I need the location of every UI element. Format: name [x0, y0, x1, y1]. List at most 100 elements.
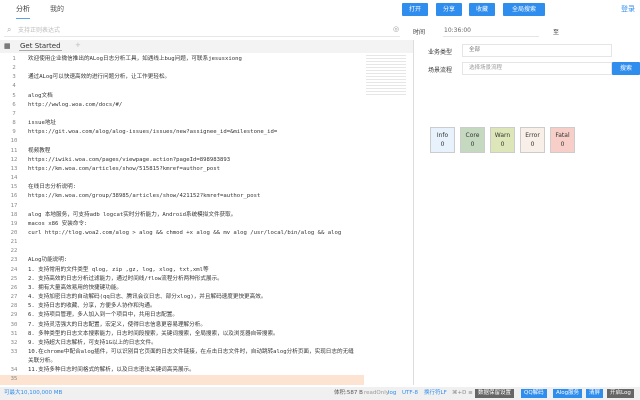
level-filter-info[interactable]: Info 0	[430, 127, 455, 153]
language-mode[interactable]: log	[388, 387, 396, 400]
code-line[interactable]: 29 6. 支持项目管理，多人加入到一个项目中，共用日志配置。	[0, 311, 364, 320]
line-text: 视频教程	[28, 147, 51, 154]
code-line[interactable]: 8 issue地址	[0, 119, 364, 128]
time-start-input[interactable]: 10:36:00	[444, 27, 471, 34]
code-line[interactable]: 17	[0, 202, 364, 211]
line-number: 21	[10, 239, 18, 246]
code-line[interactable]: 33 10.在chrome中配合alog插件，可以识别目它页面的日志文件链接，在点…	[0, 348, 364, 366]
editor-tab-get-started[interactable]: Get Started	[19, 42, 62, 51]
line-text: alog文档	[28, 92, 53, 99]
code-line[interactable]: 20 curl http://tlog.woa2.com/alog > alog …	[0, 229, 364, 238]
code-line[interactable]: 24 1. 支持常用的文件类型 qlog, zip ,gz, log, xlog,…	[0, 266, 364, 275]
share-button[interactable]: 分享	[436, 3, 462, 16]
open-button[interactable]: 打开	[402, 3, 428, 16]
code-line[interactable]: 3 通过ALog可以快速高效的进行问题分析，让工作更轻松。	[0, 73, 364, 82]
line-text: curl http://tlog.woa2.com/alog > alog &&…	[28, 229, 342, 236]
line-number: 32	[10, 339, 18, 346]
level-filter-warn[interactable]: Warn 0	[490, 127, 515, 153]
max-size: 可最大10,100,000 MB	[4, 390, 63, 396]
line-number: 15	[10, 184, 18, 191]
code-line[interactable]: 11 视频教程	[0, 147, 364, 156]
code-line[interactable]: 12 https://iwiki.woa.com/pages/viewpage.a…	[0, 156, 364, 165]
encoding[interactable]: UTF-8	[402, 387, 418, 400]
line-text: 5. 支持日志的收藏、分享，方便多人协作和沟通。	[28, 303, 156, 310]
code-line[interactable]: 15 在线日志分析说明:	[0, 183, 364, 192]
code-line[interactable]: 23 ALog功能说明:	[0, 256, 364, 265]
level-filter-error[interactable]: Error 0	[520, 127, 545, 153]
code-line[interactable]: 21	[0, 238, 364, 247]
code-lines[interactable]: 1 欢迎使用企业微信推出的ALog日志分析工具，如遇线上bug问题，可联系jesu…	[0, 55, 364, 385]
global-search-button[interactable]: 全局搜索	[503, 3, 545, 16]
grid-icon[interactable]: ▦	[4, 42, 11, 50]
line-number: 33	[10, 349, 18, 355]
code-line[interactable]: 22	[0, 247, 364, 256]
code-line[interactable]: 31 8. 多种类型的日志文本搜索能力，日志时间段搜索，关键词搜索，全局搜索，以及…	[0, 330, 364, 339]
line-number: 22	[10, 248, 18, 255]
code-line[interactable]: 5 alog文档	[0, 92, 364, 101]
tab-analysis[interactable]: 分析	[16, 4, 30, 19]
data-retention-button[interactable]: 数据保留设置	[475, 389, 515, 398]
line-text: 10.在chrome中配合alog插件，可以识别目它页面的日志文件链接，在点击日…	[28, 349, 354, 365]
code-line[interactable]: 27 4. 支持加密日志的自动解码(qq日志、腾讯会议日志、部分xlog)，并且解…	[0, 293, 364, 302]
biz-type-label: 业务类型	[428, 49, 453, 56]
qq-decode-button[interactable]: QQ解码	[521, 389, 547, 398]
search-input[interactable]: 支持正则表达式	[4, 24, 400, 37]
line-number: 8	[12, 120, 16, 127]
code-line[interactable]: 32 9. 支持超大日志解析，可支持1G以上的日志文件。	[0, 339, 364, 348]
line-number: 24	[10, 266, 18, 273]
line-number: 3	[12, 74, 16, 81]
code-line[interactable]: 25 2. 支持高效的日志分析过滤能力，通过时间线/flow流程分析两种形式展示。	[0, 275, 364, 284]
login-link[interactable]: 登录	[621, 4, 635, 14]
code-line[interactable]: 10	[0, 137, 364, 146]
code-line[interactable]: 7	[0, 110, 364, 119]
add-tab-button[interactable]: +	[75, 41, 81, 49]
level-name: Warn	[494, 132, 511, 139]
line-text: macos x86 安装命令:	[28, 220, 88, 227]
code-line[interactable]: 2	[0, 64, 364, 73]
code-line[interactable]: 16 https://km.woa.com/group/38985/article…	[0, 192, 364, 201]
line-text: http://wwlog.woa.com/docs/#/	[28, 101, 123, 108]
line-number: 34	[10, 367, 18, 374]
code-line[interactable]: 19 macos x86 安装命令:	[0, 220, 364, 229]
code-line[interactable]: 28 5. 支持日志的收藏、分享，方便多人协作和沟通。	[0, 302, 364, 311]
code-line[interactable]: 9 https://git.woa.com/alog/alog-issues/is…	[0, 128, 364, 137]
scene-label: 场景流程	[428, 67, 453, 74]
minimap[interactable]	[366, 55, 406, 95]
scene-select[interactable]: 选择场景流程	[462, 62, 612, 75]
alog-service-button[interactable]: Alog服务	[553, 389, 583, 398]
code-line[interactable]: 26 3. 拥有大量高效易用的快捷键功能。	[0, 284, 364, 293]
code-line[interactable]: 13 https://km.woa.com/articles/show/51581…	[0, 165, 364, 174]
line-number: 25	[10, 275, 18, 282]
tab-mine[interactable]: 我的	[50, 4, 64, 14]
line-ending[interactable]: 换行符LF	[424, 387, 447, 400]
code-line[interactable]: 4	[0, 82, 364, 91]
line-number: 5	[12, 92, 16, 99]
code-line[interactable]: 6 http://wwlog.woa.com/docs/#/	[0, 101, 364, 110]
line-text: 8. 多种类型的日志文本搜索能力，日志时间段搜索，关键词搜索，全局搜索，以及浏览…	[28, 330, 279, 337]
line-number: 31	[10, 330, 18, 337]
biz-type-select[interactable]: 全部	[462, 44, 612, 57]
level-filter-core[interactable]: Core 0	[460, 127, 485, 153]
line-text: https://km.woa.com/articles/show/515815?…	[28, 165, 220, 172]
code-line[interactable]: 18 alog 本地服务，可支持adb logcat实时分析能力，Android系…	[0, 211, 364, 220]
code-line[interactable]: 30 7. 支持灵活强大的日志配置，宏定义，使得日志信息更容易理解分析。	[0, 321, 364, 330]
code-line[interactable]: 34 11.支持多种日志时间格式的解析，以及日志语法关键词高亮展示。	[0, 366, 364, 375]
code-line[interactable]: 1 欢迎使用企业微信推出的ALog日志分析工具，如遇线上bug问题，可联系jesu…	[0, 55, 364, 64]
code-line[interactable]: 14	[0, 174, 364, 183]
level-count: 0	[470, 141, 475, 148]
line-number: 35	[10, 376, 18, 383]
code-line[interactable]: 35	[0, 375, 364, 385]
clear-button[interactable]: 清屏	[586, 389, 604, 398]
status-bar: 可最大10,100,000 MB 体积:587 B readOnly log U…	[0, 387, 640, 400]
regex-icon[interactable]: ◎	[393, 25, 399, 33]
favorite-button[interactable]: 收藏	[469, 3, 495, 16]
line-number: 26	[10, 284, 18, 291]
line-number: 10	[10, 138, 18, 145]
level-filter-fatal[interactable]: Fatal 0	[550, 127, 575, 153]
level-count: 0	[530, 141, 535, 148]
line-number: 18	[10, 211, 18, 218]
top-tabs: 分析 我的 打开 分享 收藏 全局搜索 登录	[0, 0, 640, 20]
shortcut-hint[interactable]: ⌘+D ≡	[452, 387, 473, 400]
enable-log-button[interactable]: 开启Log	[607, 389, 634, 398]
search-button[interactable]: 搜索	[612, 62, 640, 75]
